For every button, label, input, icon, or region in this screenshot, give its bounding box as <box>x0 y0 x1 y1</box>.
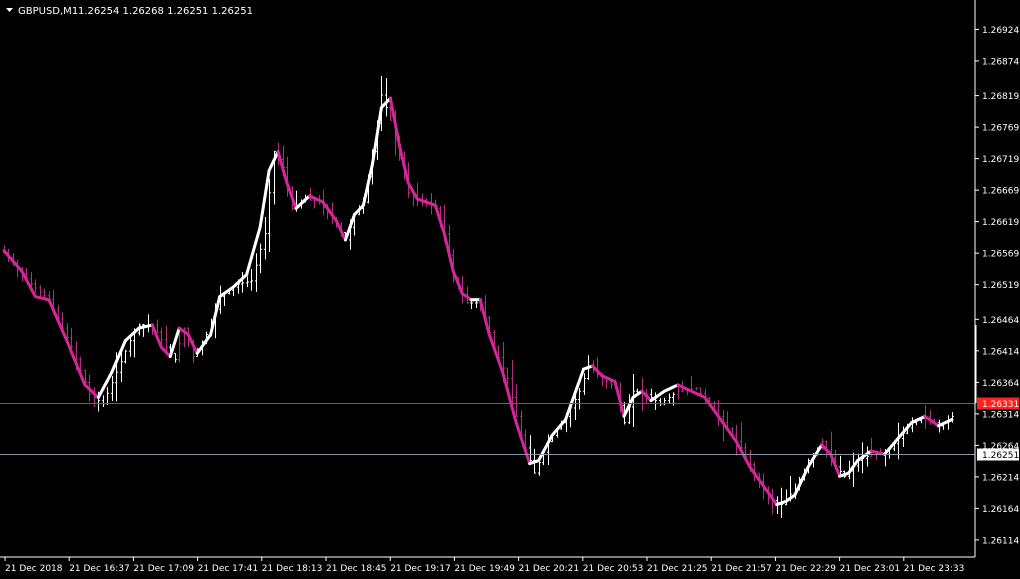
time-tick-label: 21 Dec 23:01 <box>840 564 901 574</box>
ma-segment <box>948 418 954 423</box>
time-tick-label: 21 Dec 21:25 <box>647 564 708 574</box>
price-tick-label: 1.26874 <box>982 57 1019 67</box>
bid-price-tag-text: 1.26251 <box>982 451 1019 461</box>
price-tick-label: 1.26669 <box>982 187 1019 197</box>
price-tick-label: 1.26519 <box>982 281 1019 291</box>
time-tick-label: 21 Dec 16:37 <box>69 564 130 574</box>
price-tick-label: 1.26819 <box>982 92 1019 102</box>
time-tick-label: 21 Dec 17:41 <box>198 564 259 574</box>
price-tick-label: 1.26464 <box>982 316 1019 326</box>
time-tick-label: 21 Dec 18:45 <box>326 564 387 574</box>
price-tick-label: 1.26164 <box>982 505 1019 515</box>
chart-header: GBPUSD,M1 1.26254 1.26268 1.26251 1.2625… <box>6 6 253 17</box>
price-tick-label: 1.26619 <box>982 218 1019 228</box>
price-tick-label: 1.26414 <box>982 347 1019 357</box>
ohlc-values: 1.26254 1.26268 1.26251 1.26251 <box>78 6 253 17</box>
time-tick-label: 21 Dec 19:49 <box>454 564 515 574</box>
time-tick-label: 21 Dec 21:57 <box>711 564 772 574</box>
price-chart[interactable]: 1.26924 1.26874 1.26819 1.26769 1.26719 1.266… <box>0 0 1020 579</box>
price-tick-label: 1.26924 <box>982 26 1019 36</box>
chart-background <box>0 0 1020 579</box>
time-tick-label: 21 Dec 17:09 <box>133 564 194 574</box>
time-tick-label: 21 Dec 2018 <box>5 564 63 574</box>
time-tick-label: 21 Dec 22:29 <box>775 564 836 574</box>
time-tick-label: 21 Dec 20:53 <box>583 564 644 574</box>
price-tick-label: 1.26769 <box>982 124 1019 134</box>
symbol-label: GBPUSD,M1 <box>18 6 78 17</box>
price-tick-label: 1.26569 <box>982 250 1019 260</box>
time-tick-label: 21 Dec 20:21 <box>519 564 580 574</box>
red-price-tag-text: 1.26331 <box>982 400 1019 410</box>
price-tick-label: 1.26364 <box>982 379 1019 389</box>
price-tick-label: 1.26214 <box>982 473 1019 483</box>
price-tick-label: 1.26114 <box>982 536 1019 546</box>
time-tick-label: 21 Dec 18:13 <box>262 564 323 574</box>
time-tick-label: 21 Dec 23:33 <box>904 564 965 574</box>
time-tick-label: 21 Dec 19:17 <box>390 564 451 574</box>
price-tick-label: 1.26314 <box>982 410 1019 420</box>
price-tick-label: 1.26719 <box>982 155 1019 165</box>
